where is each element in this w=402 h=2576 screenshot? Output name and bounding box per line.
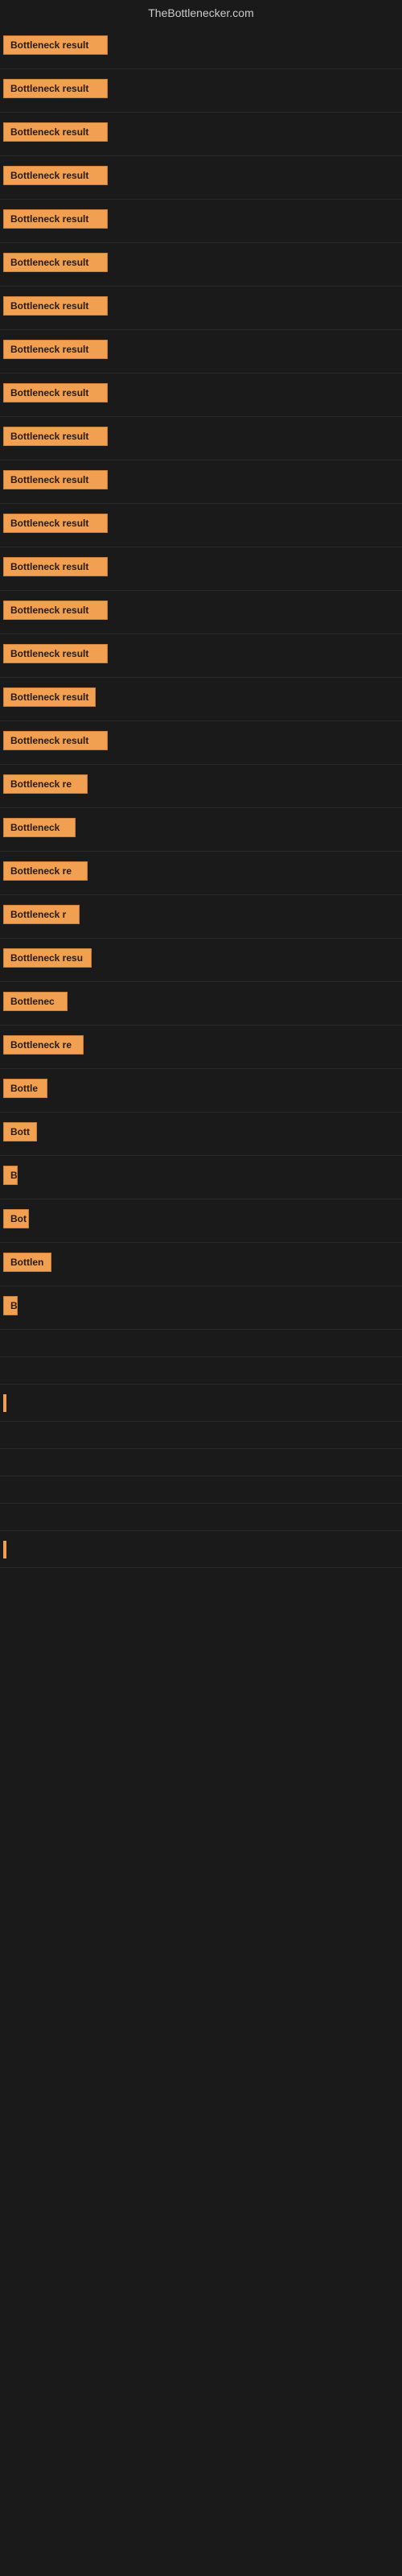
bottleneck-result-bar: Bottleneck result — [3, 296, 108, 316]
bars-container: Bottleneck result Bottleneck result Bottle… — [0, 26, 402, 1568]
list-item: Bottleneck re — [0, 1026, 402, 1069]
list-item: Bottleneck result — [0, 243, 402, 287]
list-item: Bottleneck result — [0, 678, 402, 721]
list-item — [0, 1531, 402, 1568]
list-item — [0, 1330, 402, 1357]
bottleneck-result-bar: Bottleneck result — [3, 427, 108, 446]
site-header: TheBottlenecker.com — [0, 0, 402, 26]
bottleneck-result-bar: B — [3, 1166, 18, 1185]
list-item: Bottleneck result — [0, 330, 402, 374]
bottleneck-result-bar: Bottleneck result — [3, 731, 108, 750]
bottleneck-result-bar: Bottleneck result — [3, 383, 108, 402]
list-item: Bottlenec — [0, 982, 402, 1026]
list-item — [0, 1422, 402, 1449]
list-item: Bottleneck result — [0, 504, 402, 547]
list-item: Bottleneck result — [0, 287, 402, 330]
bottleneck-result-bar: Bottleneck result — [3, 253, 108, 272]
list-item: B — [0, 1286, 402, 1330]
bottleneck-result-bar: B — [3, 1296, 18, 1315]
bottleneck-result-bar: Bottleneck re — [3, 861, 88, 881]
list-item — [0, 1357, 402, 1385]
bottleneck-result-bar: Bottlenec — [3, 992, 68, 1011]
list-item: Bottleneck result — [0, 113, 402, 156]
list-item: Bottleneck result — [0, 460, 402, 504]
bottleneck-result-bar: Bottle — [3, 1079, 47, 1098]
small-indicator-bar — [3, 1394, 6, 1412]
list-item: Bottleneck result — [0, 634, 402, 678]
list-item — [0, 1385, 402, 1422]
list-item: B — [0, 1156, 402, 1199]
bottleneck-result-bar: Bottleneck result — [3, 166, 108, 185]
list-item: Bottleneck resu — [0, 939, 402, 982]
bottleneck-result-bar: Bottleneck result — [3, 209, 108, 229]
bottleneck-result-bar: Bottleneck result — [3, 514, 108, 533]
bottleneck-result-bar: Bott — [3, 1122, 37, 1141]
list-item: Bottleneck result — [0, 721, 402, 765]
bottleneck-result-bar: Bottleneck re — [3, 1035, 84, 1055]
list-item: Bottleneck r — [0, 895, 402, 939]
list-item: Bottleneck result — [0, 69, 402, 113]
bottleneck-result-bar: Bottleneck result — [3, 470, 108, 489]
bottleneck-result-bar: Bottleneck result — [3, 687, 96, 707]
list-item: Bottleneck — [0, 808, 402, 852]
bottleneck-result-bar: Bottleneck result — [3, 122, 108, 142]
list-item — [0, 1476, 402, 1504]
bottleneck-result-bar: Bottleneck result — [3, 79, 108, 98]
bottleneck-result-bar: Bottleneck resu — [3, 948, 92, 968]
bottleneck-result-bar: Bottleneck result — [3, 601, 108, 620]
bottleneck-result-bar: Bottlen — [3, 1253, 51, 1272]
list-item: Bottleneck result — [0, 591, 402, 634]
list-item: Bottleneck result — [0, 547, 402, 591]
list-item: Bottleneck result — [0, 26, 402, 69]
list-item: Bottleneck re — [0, 765, 402, 808]
bottleneck-result-bar: Bottleneck re — [3, 774, 88, 794]
list-item — [0, 1504, 402, 1531]
bottleneck-result-bar: Bottleneck result — [3, 340, 108, 359]
list-item: Bottlen — [0, 1243, 402, 1286]
small-indicator-bar — [3, 1541, 6, 1558]
list-item: Bottleneck result — [0, 374, 402, 417]
bottleneck-result-bar: Bottleneck result — [3, 35, 108, 55]
site-title: TheBottlenecker.com — [0, 0, 402, 26]
bottleneck-result-bar: Bot — [3, 1209, 29, 1228]
bottleneck-result-bar: Bottleneck result — [3, 557, 108, 576]
list-item: Bottleneck result — [0, 417, 402, 460]
list-item — [0, 1449, 402, 1476]
bottleneck-result-bar: Bottleneck r — [3, 905, 80, 924]
list-item: Bot — [0, 1199, 402, 1243]
list-item: Bottleneck re — [0, 852, 402, 895]
list-item: Bottleneck result — [0, 200, 402, 243]
bottleneck-result-bar: Bottleneck result — [3, 644, 108, 663]
list-item: Bottle — [0, 1069, 402, 1113]
list-item: Bott — [0, 1113, 402, 1156]
list-item: Bottleneck result — [0, 156, 402, 200]
bottleneck-result-bar: Bottleneck — [3, 818, 76, 837]
